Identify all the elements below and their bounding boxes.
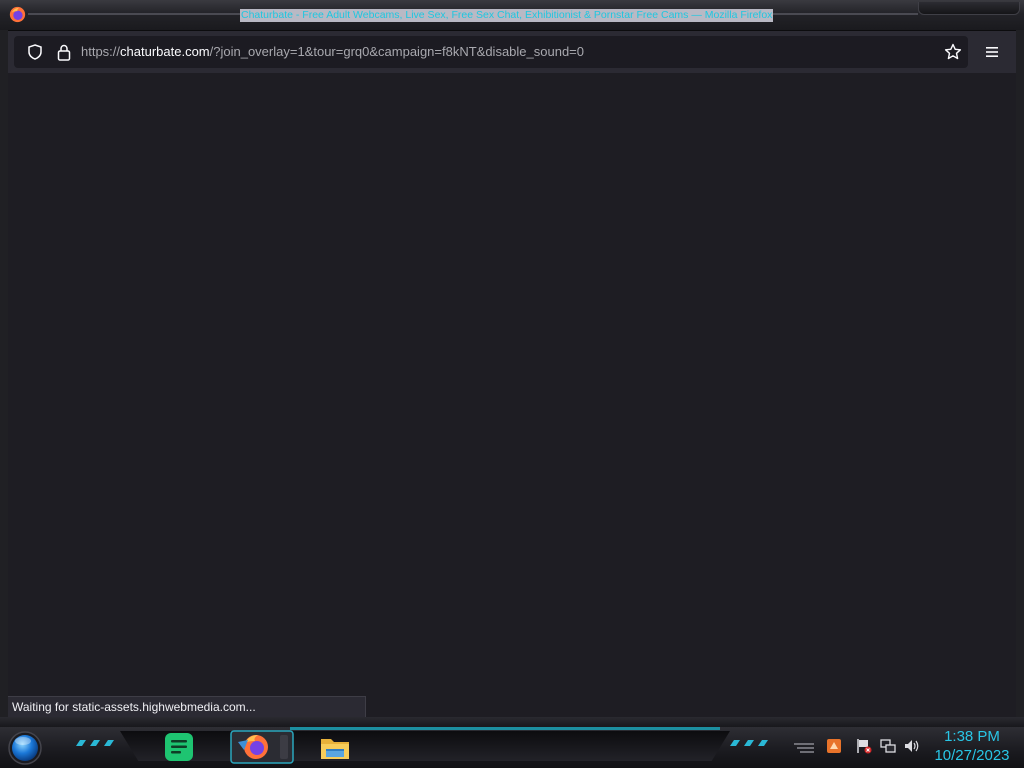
start-orb-icon[interactable]: [7, 730, 43, 766]
url-host: chaturbate.com: [120, 44, 210, 59]
url-bar[interactable]: https://chaturbate.com/?join_overlay=1&t…: [14, 36, 968, 68]
taskbar: 1:38 PM 10/27/2023: [0, 727, 1024, 768]
bookmark-star-icon[interactable]: [944, 43, 962, 61]
tray-app-icon[interactable]: [826, 738, 842, 754]
system-tray: [790, 736, 930, 760]
window-controls[interactable]: [918, 2, 1020, 15]
tray-overflow-icon[interactable]: [792, 738, 816, 754]
window-title: Chaturbate - Free Adult Webcams, Live Se…: [240, 9, 774, 22]
url-prefix: https://: [81, 44, 121, 59]
taskbar-clock[interactable]: 1:38 PM 10/27/2023: [930, 727, 1014, 768]
tracking-protection-shield-icon[interactable]: [27, 44, 43, 60]
file-explorer-icon[interactable]: [318, 730, 352, 764]
volume-icon[interactable]: [904, 738, 920, 754]
status-text: Waiting for static-assets.highwebmedia.c…: [12, 700, 256, 714]
url-path: /?join_overlay=1&tour=grq0&campaign=f8kN…: [209, 44, 584, 59]
desktop-screen: Chaturbate - Free Adult Webcams, Live Se…: [0, 0, 1024, 768]
chevron-decoration-icon: [730, 740, 768, 746]
status-panel: Waiting for static-assets.highwebmedia.c…: [8, 696, 366, 717]
notes-app-icon[interactable]: [162, 730, 196, 764]
chevron-decoration-icon: [76, 740, 114, 746]
hamburger-menu-icon[interactable]: [984, 44, 1000, 60]
action-center-flag-icon[interactable]: [856, 738, 872, 754]
window-frame-bottom: [0, 717, 1024, 727]
taskbar-decoration: [120, 731, 730, 761]
network-icon[interactable]: [880, 738, 896, 754]
browser-toolbar: https://chaturbate.com/?join_overlay=1&t…: [8, 31, 1016, 73]
window-titlebar[interactable]: Chaturbate - Free Adult Webcams, Live Se…: [0, 0, 1024, 31]
clock-date: 10/27/2023: [934, 747, 1010, 764]
page-content[interactable]: Waiting for static-assets.highwebmedia.c…: [8, 73, 1016, 717]
clock-time: 1:38 PM: [944, 728, 1000, 745]
firefox-taskbar-icon[interactable]: [230, 730, 294, 764]
url-text[interactable]: https://chaturbate.com/?join_overlay=1&t…: [81, 36, 584, 68]
window-frame-left: [0, 30, 8, 720]
firefox-icon[interactable]: [9, 6, 26, 23]
taskbar-accent-line: [290, 727, 720, 730]
window-frame-right: [1016, 30, 1024, 720]
lock-icon[interactable]: [56, 43, 72, 61]
